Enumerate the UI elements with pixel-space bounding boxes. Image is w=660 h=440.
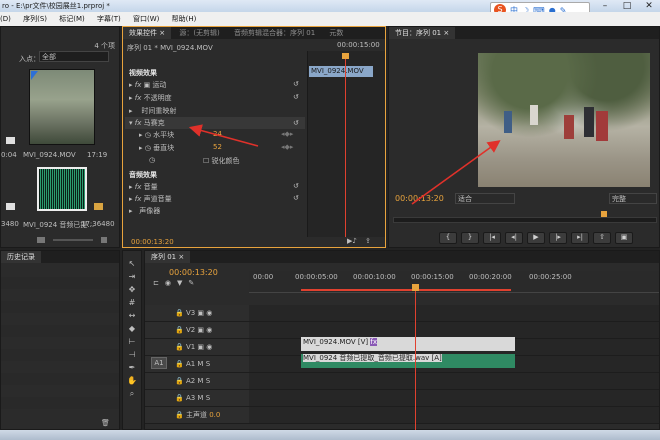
annotation-arrow [188,124,259,147]
taskbar [0,430,660,440]
annotation-arrows [188,124,501,205]
annotation-arrow [411,140,501,205]
